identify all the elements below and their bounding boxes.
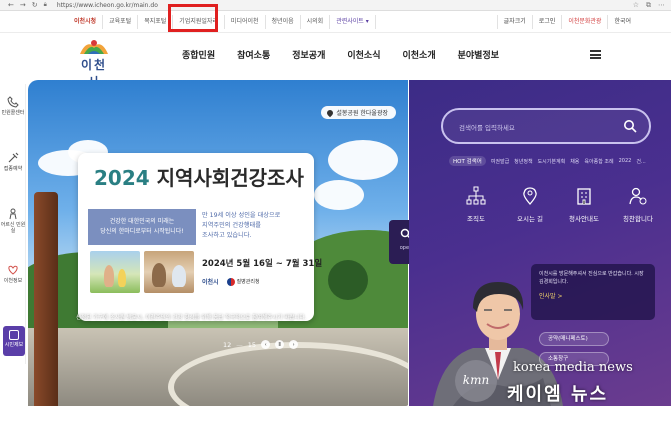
watermark-korean: 케이엠 뉴스 <box>507 384 609 405</box>
site-tab-related[interactable]: 관련사이트 ▾ <box>330 15 376 29</box>
service-shortcuts: 조직도 오시는 길 청사안내도 칭찬합니다 <box>449 186 665 223</box>
site-header: 이천시 종합민원 참여소통 정보공개 이천소식 이천소개 분야별정보 <box>0 34 671 89</box>
survey-period: 2024년 5월 16일 ~ 7월 31일 <box>202 259 323 269</box>
site-tab-council[interactable]: 시의회 <box>301 15 331 29</box>
praise-icon <box>629 187 647 205</box>
browser-toolbar: ← → ↻ 🔒︎ https://www.icheon.go.kr/main.d… <box>0 0 671 11</box>
keyword[interactable]: 채용 <box>570 158 579 165</box>
card-title: 2024 지역사회건강조사 <box>94 166 304 190</box>
gnb-news[interactable]: 이천소식 <box>336 48 391 61</box>
keyword[interactable]: 건... <box>636 158 645 165</box>
sculpture <box>34 192 58 406</box>
gnb-about[interactable]: 이천소개 <box>392 48 447 61</box>
site-logo[interactable]: 이천시 <box>74 38 114 89</box>
family-site-tabs: 이천시청 교육포털 복지포털 기업지원일자리 미디어이천 청년이음 시의회 관련… <box>68 15 376 29</box>
map-pin-icon <box>523 187 537 205</box>
search-placeholder: 검색어를 입력하세요 <box>459 124 515 132</box>
highlight-box <box>168 4 218 32</box>
news-watermark: kmn korea media news 케이엠 뉴스 <box>455 356 655 416</box>
watermark-logo: kmn <box>455 360 497 402</box>
banner-caption: 선정된 가구에 조사원 방문시, 이천주민의 건강 향상을 위해 응답 적극적으… <box>76 315 307 321</box>
map-pin-icon <box>326 108 335 117</box>
service-praise[interactable]: 칭찬합니다 <box>611 186 665 223</box>
culture-tour-link[interactable]: 이천문화관광 <box>561 15 607 29</box>
service-org-chart[interactable]: 조직도 <box>449 186 503 223</box>
quick-vaccination[interactable]: 접종예약 <box>0 152 26 172</box>
quick-senior-office[interactable]: 어르신 민원실 <box>0 208 26 234</box>
login-link[interactable]: 로그인 <box>531 15 562 29</box>
greeting-link[interactable]: 인사말 > <box>539 291 563 300</box>
mayor-greeting: 이천시를 방문해주셔서 진심으로 반갑습니다. 시장 김경희입니다. 인사말 > <box>531 264 655 320</box>
hero-banner: 설봉공원 한다울광장 2024 지역사회건강조사 건강한 대한민국의 미래는 당… <box>28 80 408 406</box>
next-icon[interactable]: › <box>289 340 299 349</box>
language-select[interactable]: 한국어 <box>607 15 637 29</box>
manifesto-button[interactable]: 공약(매니페스토) <box>539 332 609 346</box>
font-size-button[interactable]: 글자크기 <box>496 15 532 29</box>
favorite-icon[interactable]: ☆ <box>633 1 639 10</box>
building-icon <box>577 188 591 205</box>
hot-keywords: HOT 검색어 여권발급 청년정책 도시기본계획 채용 육아종합 조례 2022… <box>449 156 646 166</box>
org-chart-icon <box>466 186 486 205</box>
gnb-participation[interactable]: 참여소통 <box>226 48 281 61</box>
keyword[interactable]: 2022 <box>619 158 632 164</box>
syringe-icon <box>8 152 19 163</box>
site-tab-icheon[interactable]: 이천시청 <box>68 15 104 29</box>
gnb-field-info[interactable]: 분야별정보 <box>447 48 510 61</box>
pager-total: 15 <box>247 340 257 349</box>
search-icon[interactable] <box>623 119 637 133</box>
keyword[interactable]: 도시기본계획 <box>538 158 566 165</box>
site-tab-youth[interactable]: 청년이음 <box>266 15 301 29</box>
top-utility-strip: 이천시청 교육포털 복지포털 기업지원일자리 미디어이천 청년이음 시의회 관련… <box>0 11 671 33</box>
refresh-icon[interactable]: ↻ <box>32 1 38 9</box>
interview-photo <box>144 251 194 293</box>
quick-menu: 민원콜센터 접종예약 어르신 민원실 이천정보 시민제보 <box>0 84 26 364</box>
extensions-icon[interactable]: ⧉ <box>646 1 651 10</box>
back-icon[interactable]: ← <box>8 1 14 9</box>
keyword[interactable]: 청년정책 <box>514 158 532 165</box>
card-logos: 이천시 질병관리청 <box>202 277 260 286</box>
search-input[interactable]: 검색어를 입력하세요 <box>441 108 651 144</box>
pager-current: 12 <box>223 340 232 349</box>
senior-icon <box>9 208 17 220</box>
gnb-disclosure[interactable]: 정보공개 <box>281 48 336 61</box>
hamburger-menu-icon[interactable] <box>590 50 601 60</box>
card-description: 만 19세 이상 성인을 대상으로 지역주민의 건강행태를 조사하고 있습니다. <box>202 212 281 239</box>
prev-icon[interactable]: ‹ <box>261 340 271 349</box>
card-slogan: 건강한 대한민국의 미래는 당신의 한마디로부터 시작됩니다! <box>88 209 196 245</box>
quick-icheon-info[interactable]: 이천정보 <box>0 264 26 284</box>
service-building-guide[interactable]: 청사안내도 <box>557 186 611 223</box>
icheon-logo: 이천시 <box>202 279 219 286</box>
family-photo <box>90 251 140 293</box>
phone-icon <box>7 96 19 108</box>
lock-icon: 🔒︎ <box>43 1 47 8</box>
service-directions[interactable]: 오시는 길 <box>503 186 557 223</box>
campaign-card[interactable]: 2024 지역사회건강조사 건강한 대한민국의 미래는 당신의 한마디로부터 시… <box>78 153 322 321</box>
report-icon <box>9 330 19 340</box>
gnb-civil-service[interactable]: 종합민원 <box>182 48 226 61</box>
utility-menu: 글자크기 로그인 이천문화관광 한국어 <box>496 15 637 29</box>
logo-mark-icon <box>80 40 108 54</box>
location-badge: 설봉공원 한다울광장 <box>321 106 396 119</box>
quick-call-center[interactable]: 민원콜센터 <box>0 96 26 116</box>
forward-icon[interactable]: → <box>20 1 26 9</box>
menu-dots-icon[interactable]: ⋯ <box>658 1 665 10</box>
watermark-english: korea media news <box>513 360 633 375</box>
keyword[interactable]: 육아종합 조례 <box>584 158 613 165</box>
quick-citizen-report[interactable]: 시민제보 <box>3 326 25 356</box>
kdca-logo: 질병관리청 <box>226 277 260 286</box>
hot-label: HOT 검색어 <box>449 156 486 166</box>
site-tab-education[interactable]: 교육포털 <box>103 15 139 29</box>
address-bar[interactable]: https://www.icheon.go.kr/main.do <box>57 2 158 9</box>
banner-pager: 12 — 15 ‹ Ⅱ › <box>223 340 299 349</box>
site-tab-media[interactable]: 미디어이천 <box>225 15 266 29</box>
pause-icon[interactable]: Ⅱ <box>275 340 285 349</box>
greeting-text: 이천시를 방문해주셔서 진심으로 반갑습니다. 시장 김경희입니다. <box>539 271 644 285</box>
heart-icon <box>8 265 18 275</box>
main-navigation: 종합민원 참여소통 정보공개 이천소식 이천소개 분야별정보 <box>182 48 510 61</box>
keyword[interactable]: 여권발급 <box>491 158 509 165</box>
